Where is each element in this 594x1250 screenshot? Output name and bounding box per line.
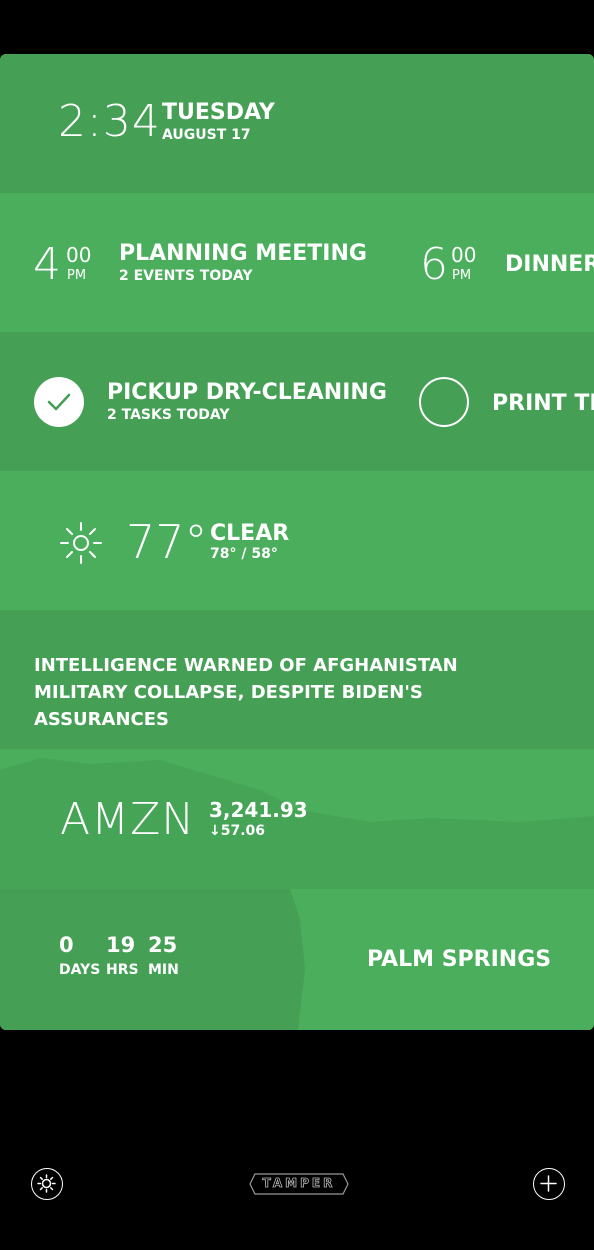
task-title: PRINT TIC bbox=[492, 391, 594, 416]
weather-range: 78° / 58° bbox=[210, 546, 278, 562]
event-ampm: PM bbox=[67, 268, 87, 283]
weather-temperature: 77° bbox=[126, 515, 208, 569]
event-minute: 00 bbox=[66, 243, 92, 267]
tamper-logo: TAMPER bbox=[249, 1173, 349, 1195]
tasks-summary: 2 TASKS TODAY bbox=[107, 407, 230, 423]
countdown-row[interactable]: 0 DAYS 19 HRS 25 MIN PALM SPRINGS bbox=[0, 889, 594, 1030]
gear-icon bbox=[37, 1174, 56, 1193]
event-minute: 00 bbox=[451, 243, 477, 267]
weather-condition: CLEAR bbox=[210, 521, 290, 546]
news-row[interactable]: INTELLIGENCE WARNED OF AFGHANISTAN MILIT… bbox=[0, 610, 594, 749]
widget-card: 2:34 TUESDAY AUGUST 17 4 00 PM PLANNING … bbox=[0, 54, 594, 1030]
stock-change: ↓57.06 bbox=[209, 823, 266, 839]
countdown-destination: PALM SPRINGS bbox=[367, 947, 552, 972]
task-checkbox[interactable] bbox=[419, 377, 469, 427]
sun-icon bbox=[60, 522, 102, 564]
countdown-hours-label: HRS bbox=[106, 962, 139, 978]
event-ampm: PM bbox=[452, 268, 472, 283]
countdown-minutes: 25 bbox=[148, 933, 178, 957]
event-title: PLANNING MEETING bbox=[119, 241, 367, 266]
event-hour: 6 bbox=[420, 239, 448, 290]
task-done-checkbox[interactable] bbox=[34, 377, 84, 427]
add-widget-button[interactable] bbox=[533, 1168, 565, 1200]
plus-icon bbox=[540, 1175, 557, 1192]
event-hour: 4 bbox=[33, 239, 61, 290]
clock-day: TUESDAY bbox=[162, 100, 275, 125]
clock-date: AUGUST 17 bbox=[162, 127, 251, 143]
news-headline: INTELLIGENCE WARNED OF AFGHANISTAN MILIT… bbox=[34, 655, 458, 730]
stock-price: 3,241.93 bbox=[209, 798, 308, 822]
event-title: DINNER bbox=[505, 252, 594, 277]
tasks-row[interactable]: PICKUP DRY-CLEANING 2 TASKS TODAY PRINT … bbox=[0, 332, 594, 471]
stock-ticker: AMZN bbox=[60, 794, 196, 845]
events-summary: 2 EVENTS TODAY bbox=[119, 268, 253, 284]
countdown-minutes-label: MIN bbox=[148, 962, 179, 978]
weather-row[interactable]: 77° CLEAR 78° / 58° bbox=[0, 471, 594, 610]
countdown-hours: 19 bbox=[106, 933, 136, 957]
checkmark-icon bbox=[47, 393, 71, 411]
clock-row[interactable]: 2:34 TUESDAY AUGUST 17 bbox=[0, 54, 594, 193]
events-row[interactable]: 4 00 PM PLANNING MEETING 2 EVENTS TODAY … bbox=[0, 193, 594, 332]
logo-text: TAMPER bbox=[262, 1176, 336, 1191]
clock-time: 2:34 bbox=[58, 96, 161, 147]
stock-row[interactable]: AMZN 3,241.93 ↓57.06 bbox=[0, 750, 594, 889]
settings-button[interactable] bbox=[31, 1168, 63, 1200]
task-title: PICKUP DRY-CLEANING bbox=[107, 380, 387, 405]
countdown-days-label: DAYS bbox=[59, 962, 101, 978]
countdown-days: 0 bbox=[59, 933, 74, 957]
